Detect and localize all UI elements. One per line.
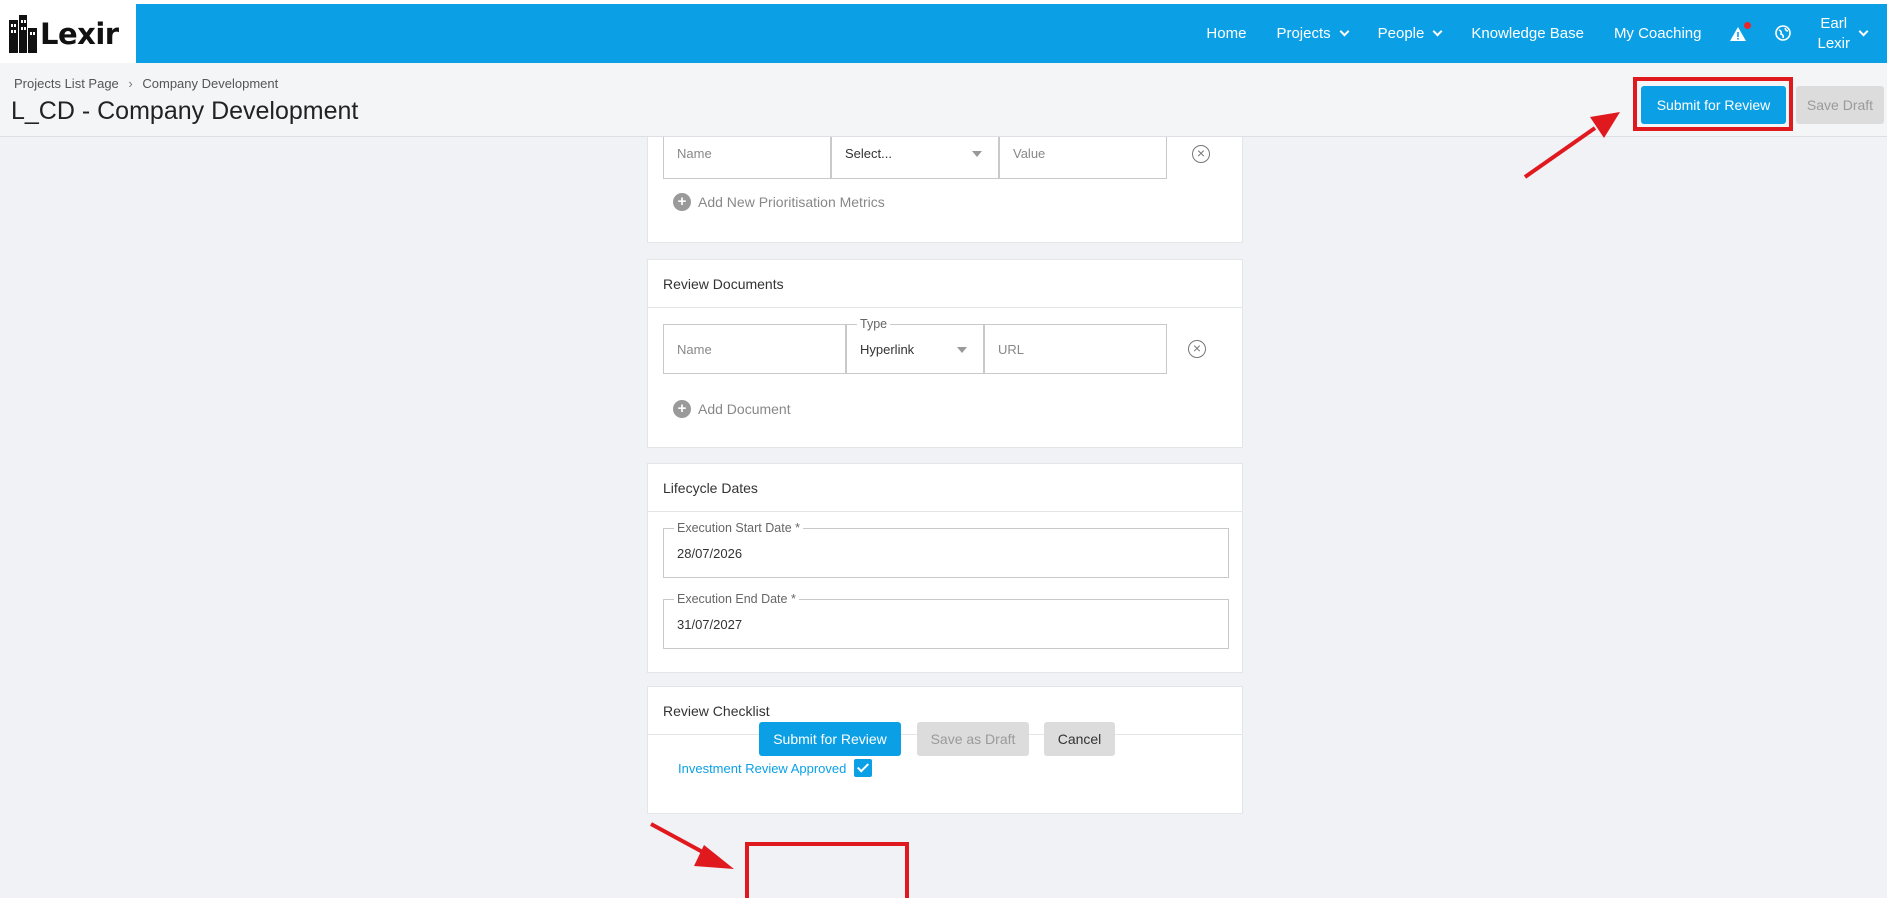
page-title: L_CD - Company Development bbox=[11, 97, 359, 125]
main-nav: Home Projects People Knowledge Base My C… bbox=[1176, 4, 1869, 63]
header-save-draft-button[interactable]: Save Draft bbox=[1796, 86, 1884, 124]
add-document-label: Add Document bbox=[698, 401, 791, 417]
cancel-button[interactable]: Cancel bbox=[1044, 722, 1115, 756]
nav-people[interactable]: People bbox=[1377, 25, 1443, 42]
metric-select[interactable]: Select... bbox=[831, 137, 999, 179]
chevron-down-icon bbox=[1858, 26, 1869, 37]
execution-end-date-input[interactable]: Execution End Date * 31/07/2027 bbox=[663, 592, 1229, 649]
nav-people-label: People bbox=[1377, 25, 1425, 42]
review-documents-card: Review Documents Name Type Hyperlink URL… bbox=[647, 259, 1243, 448]
brand-name: Lexir bbox=[40, 16, 119, 51]
metric-name-input[interactable]: Name bbox=[663, 137, 831, 179]
plus-circle-icon: + bbox=[673, 193, 691, 211]
document-type-select[interactable]: Type Hyperlink bbox=[846, 317, 984, 374]
document-type-legend: Type bbox=[857, 317, 891, 331]
metric-name-placeholder: Name bbox=[677, 146, 712, 161]
metric-value-input[interactable]: Value bbox=[999, 137, 1167, 179]
breadcrumb-separator: › bbox=[128, 76, 133, 91]
alert-icon[interactable] bbox=[1729, 21, 1752, 43]
chevron-down-icon bbox=[1432, 26, 1443, 37]
plus-circle-icon: + bbox=[673, 400, 691, 418]
globe-icon[interactable] bbox=[1775, 24, 1793, 43]
user-name: Earl Lexir bbox=[1817, 14, 1850, 54]
document-type-value: Hyperlink bbox=[860, 341, 915, 357]
breadcrumb-projects-list[interactable]: Projects List Page bbox=[14, 76, 119, 91]
save-as-draft-button[interactable]: Save as Draft bbox=[917, 722, 1029, 756]
breadcrumb: Projects List Page › Company Development bbox=[14, 76, 278, 91]
review-documents-title: Review Documents bbox=[648, 260, 1242, 308]
nav-projects[interactable]: Projects bbox=[1276, 25, 1350, 42]
chevron-down-icon bbox=[1339, 26, 1350, 37]
notification-dot bbox=[1744, 21, 1752, 29]
user-menu[interactable]: Earl Lexir bbox=[1793, 14, 1869, 54]
investment-review-approved-checkbox[interactable] bbox=[854, 759, 872, 777]
dropdown-caret-icon bbox=[972, 151, 982, 157]
remove-document-icon[interactable]: × bbox=[1188, 340, 1206, 358]
add-prioritisation-metric-button[interactable]: + Add New Prioritisation Metrics bbox=[673, 193, 885, 211]
remove-metric-icon[interactable]: × bbox=[1192, 145, 1210, 163]
prioritisation-metrics-card: Name Select... Value × + Add New Priorit… bbox=[647, 137, 1243, 243]
nav-home[interactable]: Home bbox=[1206, 25, 1246, 42]
metric-select-placeholder: Select... bbox=[845, 146, 892, 161]
header-submit-for-review-button[interactable]: Submit for Review bbox=[1641, 86, 1786, 124]
execution-start-date-value: 28/07/2026 bbox=[677, 545, 743, 561]
document-name-placeholder: Name bbox=[677, 341, 712, 357]
language-globe-icon bbox=[1775, 24, 1792, 41]
execution-start-date-label: Execution Start Date * bbox=[674, 521, 803, 535]
user-last-name: Lexir bbox=[1817, 34, 1850, 52]
metric-value-placeholder: Value bbox=[1013, 146, 1046, 161]
bottom-edge bbox=[0, 898, 1887, 906]
breadcrumb-current: Company Development bbox=[142, 76, 279, 91]
dropdown-caret-icon bbox=[957, 347, 967, 353]
submit-for-review-button[interactable]: Submit for Review bbox=[759, 722, 901, 756]
execution-end-date-value: 31/07/2027 bbox=[677, 616, 743, 632]
document-name-input[interactable]: Name bbox=[663, 324, 846, 374]
page-header: Projects List Page › Company Development… bbox=[0, 63, 1887, 137]
investment-review-approved-label[interactable]: Investment Review Approved bbox=[678, 761, 846, 776]
brand-logo[interactable]: Lexir bbox=[0, 4, 136, 63]
add-metric-label: Add New Prioritisation Metrics bbox=[698, 194, 885, 210]
document-url-input[interactable]: URL bbox=[984, 324, 1167, 374]
execution-end-date-label: Execution End Date * bbox=[674, 592, 799, 606]
user-first-name: Earl bbox=[1820, 14, 1848, 32]
lifecycle-dates-title: Lifecycle Dates bbox=[648, 464, 1242, 512]
execution-start-date-input[interactable]: Execution Start Date * 28/07/2026 bbox=[663, 521, 1229, 578]
lifecycle-dates-card: Lifecycle Dates Execution Start Date * 2… bbox=[647, 463, 1243, 673]
top-navbar: Lexir Home Projects People Knowledge Bas… bbox=[0, 4, 1887, 63]
nav-my-coaching[interactable]: My Coaching bbox=[1614, 25, 1702, 42]
building-logo-icon bbox=[9, 14, 37, 53]
document-url-placeholder: URL bbox=[998, 341, 1025, 357]
nav-projects-label: Projects bbox=[1276, 25, 1331, 42]
add-document-button[interactable]: + Add Document bbox=[673, 400, 791, 418]
form-content: Name Select... Value × + Add New Priorit… bbox=[0, 137, 1887, 898]
nav-knowledge-base[interactable]: Knowledge Base bbox=[1471, 25, 1584, 42]
